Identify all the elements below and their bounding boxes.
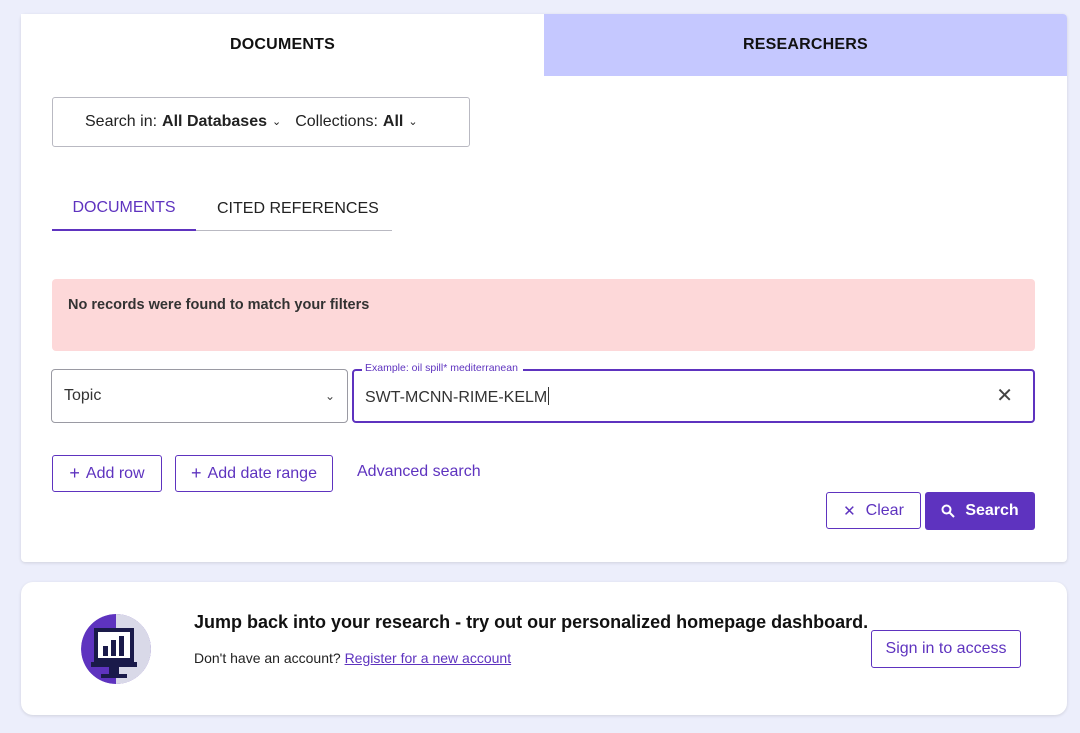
chevron-down-icon[interactable]: ⌄ — [272, 115, 281, 128]
search-in-label: Search in: — [85, 113, 158, 130]
search-input[interactable]: Example: oil spill* mediterranean SWT-MC… — [352, 362, 1035, 423]
collections-dropdown[interactable]: All — [383, 113, 403, 131]
chevron-down-icon[interactable]: ⌄ — [408, 115, 417, 128]
tab-documents[interactable]: DOCUMENTS — [21, 14, 544, 76]
clear-button[interactable]: ✕ Clear — [826, 492, 921, 529]
search-label: Search — [965, 502, 1019, 519]
search-in-dropdown[interactable]: All Databases — [162, 113, 267, 131]
sub-tab-bar: DOCUMENTS CITED REFERENCES — [52, 186, 392, 231]
dashboard-promo-banner: Jump back into your research - try out o… — [21, 582, 1067, 715]
clear-label: Clear — [865, 501, 904, 519]
search-field-value: Topic — [64, 387, 102, 404]
close-icon: ✕ — [843, 502, 856, 520]
add-date-range-label: Add date range — [207, 464, 317, 482]
add-date-range-button[interactable]: + Add date range — [175, 455, 333, 492]
close-icon[interactable]: ✕ — [996, 383, 1013, 408]
banner-title: Jump back into your research - try out o… — [194, 612, 869, 632]
subtab-documents[interactable]: DOCUMENTS — [52, 186, 196, 231]
search-field-select[interactable]: Topic ⌄ — [51, 369, 348, 423]
search-button[interactable]: Search — [925, 492, 1035, 530]
add-row-label: Add row — [85, 464, 145, 482]
search-input-value[interactable]: SWT-MCNN-RIME-KELM — [365, 387, 549, 407]
collections-label: Collections: — [295, 113, 378, 130]
plus-icon: + — [69, 463, 80, 483]
tab-researchers[interactable]: RESEARCHERS — [544, 14, 1067, 76]
subtab-cited-references[interactable]: CITED REFERENCES — [217, 186, 379, 231]
chevron-down-icon: ⌄ — [324, 389, 335, 403]
dashboard-illustration-icon — [81, 614, 151, 684]
database-selector: Search in: All Databases ⌄ Collections: … — [52, 97, 470, 147]
add-row-button[interactable]: + Add row — [52, 455, 162, 492]
search-icon — [941, 504, 956, 518]
plus-icon: + — [191, 463, 202, 483]
search-card: DOCUMENTS RESEARCHERS Search in: All Dat… — [21, 14, 1067, 562]
advanced-search-link[interactable]: Advanced search — [357, 463, 481, 481]
no-account-text: Don't have an account? — [194, 650, 341, 666]
banner-subtitle: Don't have an account? Register for a ne… — [194, 650, 511, 666]
register-link[interactable]: Register for a new account — [345, 650, 512, 666]
sign-in-button[interactable]: Sign in to access — [871, 630, 1021, 668]
no-results-alert: No records were found to match your filt… — [52, 279, 1035, 351]
search-input-hint: Example: oil spill* mediterranean — [362, 362, 523, 374]
